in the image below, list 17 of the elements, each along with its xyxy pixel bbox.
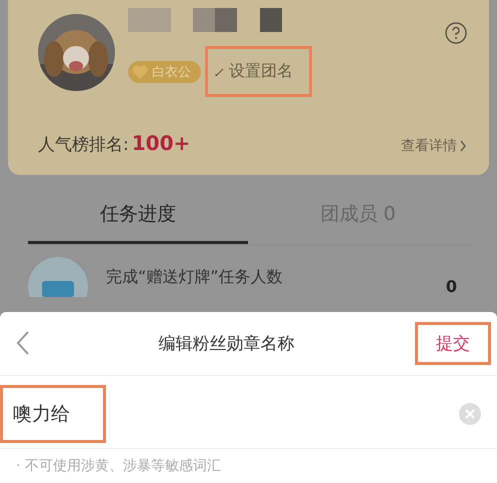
set-name-link[interactable]: 设置团名 [205, 46, 312, 97]
hint-text: · 不可使用涉黄、涉暴等敏感词汇 [15, 457, 222, 476]
task-count: 0 [446, 277, 457, 296]
sheet-title: 编辑粉丝勋章名称 [158, 332, 296, 355]
chevron-right-icon [459, 140, 467, 152]
back-icon [16, 330, 30, 356]
help-icon[interactable] [445, 22, 467, 44]
view-details-link[interactable]: 查看详情 [401, 137, 467, 155]
pencil-icon [214, 66, 226, 78]
tab[interactable]: 任务进度 [28, 191, 248, 244]
fan-badge: 白衣公 [128, 60, 201, 82]
name-input-field[interactable]: 噢力给 [0, 384, 106, 443]
rank-value: 100+ [132, 131, 190, 155]
submit-button[interactable]: 提交 [415, 322, 491, 365]
rank-label: 人气榜排名: [38, 134, 129, 156]
task-title: 完成“赠送灯牌”任务人数 [106, 267, 283, 288]
heart-icon [132, 64, 148, 78]
